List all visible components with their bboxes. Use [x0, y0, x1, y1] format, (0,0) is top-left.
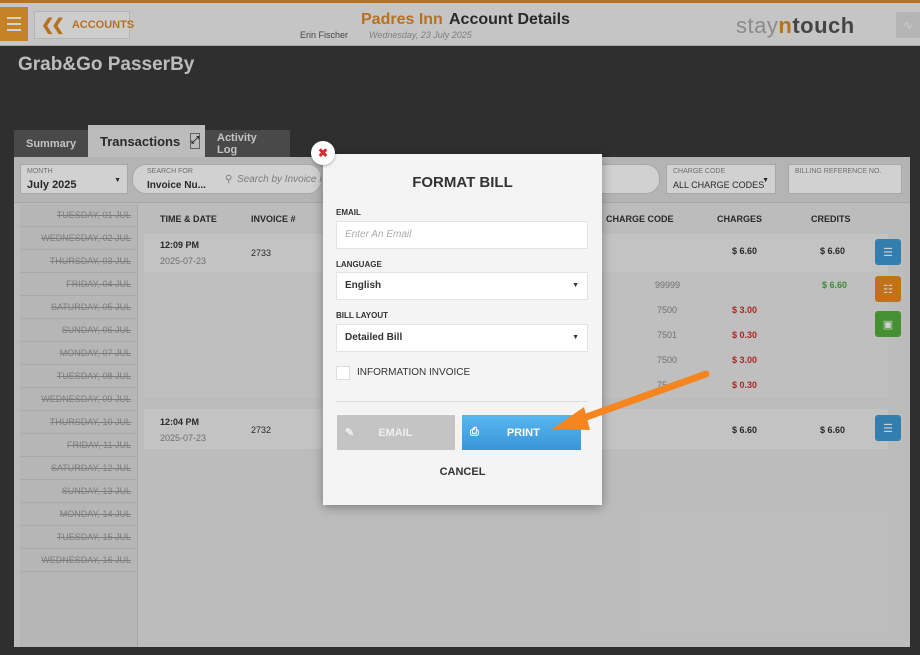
bill-layout-select[interactable]: Detailed Bill ▼ [336, 324, 588, 352]
bill-layout-label: BILL LAYOUT [336, 311, 389, 320]
language-select[interactable]: English ▼ [336, 272, 588, 300]
email-bill-button[interactable]: ✎ EMAIL [337, 415, 455, 450]
pencil-icon: ✎ [345, 427, 355, 439]
information-invoice-label: INFORMATION INVOICE [357, 367, 471, 378]
divider [336, 401, 588, 402]
email-field[interactable]: Enter An Email [336, 221, 588, 249]
printer-icon: ⎙ [470, 426, 479, 438]
dropdown-caret-icon: ▼ [572, 282, 579, 289]
language-label: LANGUAGE [336, 260, 382, 269]
modal-title: FORMAT BILL [412, 174, 513, 191]
information-invoice-checkbox[interactable] [336, 366, 350, 380]
dropdown-caret-icon: ▼ [572, 334, 579, 341]
cancel-button[interactable]: CANCEL [323, 466, 602, 478]
format-bill-modal: FORMAT BILL EMAIL Enter An Email LANGUAG… [323, 154, 602, 505]
print-bill-button[interactable]: ⎙ PRINT [462, 415, 581, 450]
close-icon[interactable]: ✖ [311, 141, 335, 165]
email-label: EMAIL [336, 208, 361, 217]
